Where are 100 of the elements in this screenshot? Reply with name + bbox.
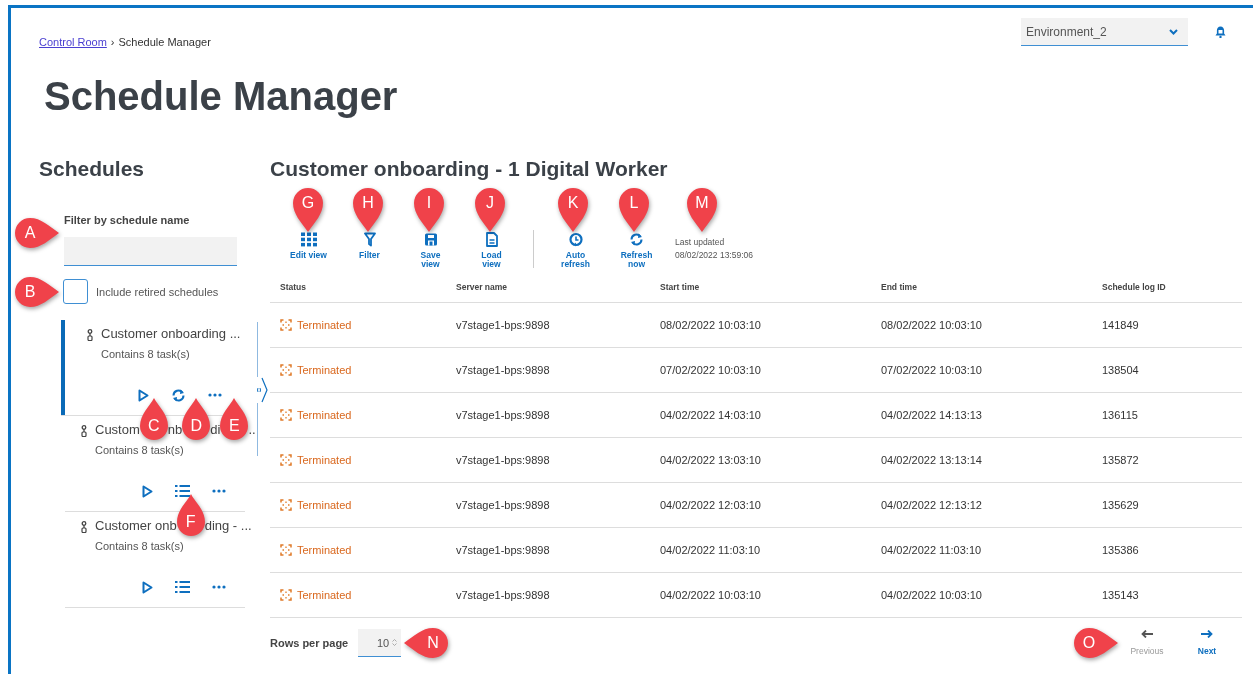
schedule-name: ding - ... (204, 518, 252, 534)
more-icon[interactable] (212, 489, 226, 493)
chevron-down-icon (1169, 28, 1178, 35)
table-cell-text: 04/02/2022 11:03:10 (660, 544, 762, 556)
grid-icon (300, 232, 317, 247)
bell-icon[interactable] (1215, 26, 1226, 38)
table-cell-text: 07/02/2022 10:03:10 (881, 364, 983, 376)
table-cell-text: v7stage1-bps:9898 (456, 409, 551, 421)
rows-per-page-label: Rows per page (270, 637, 349, 649)
list-icon[interactable] (175, 485, 190, 497)
play-icon[interactable] (142, 580, 153, 594)
status-text: Terminated (297, 409, 352, 421)
terminated-icon (280, 589, 292, 601)
table-cell-text: 04/02/2022 10:03:10 (881, 589, 983, 601)
task-count: Contains 8 task(s) (95, 444, 185, 456)
breadcrumb-separator: › (110, 36, 115, 48)
save-icon (424, 232, 437, 247)
table-cell-text: 135872 (1102, 454, 1140, 466)
environment-dropdown[interactable]: Environment_2 (1021, 18, 1188, 46)
load-button[interactable]: Load view (461, 232, 522, 269)
more-icon[interactable] (212, 585, 226, 589)
table-cell-text: 136115 (1102, 409, 1139, 421)
detail-heading: Customer onboarding - 1 Digital Worker (270, 156, 669, 182)
table-cell-text: 04/02/2022 13:03:10 (660, 454, 762, 466)
more-icon[interactable] (208, 393, 222, 397)
arrow-left-icon (1141, 630, 1153, 638)
next-button[interactable]: Next (1187, 630, 1227, 656)
callout-marker: D (182, 398, 211, 440)
filter-button[interactable]: Filter (339, 232, 400, 260)
checkbox[interactable] (63, 279, 88, 304)
terminated-icon (280, 319, 292, 331)
status-text: Terminated (297, 319, 352, 331)
checkbox-label: Include retired schedules (96, 285, 219, 298)
table-cell-text: 135629 (1102, 499, 1140, 511)
schedule-name: .. (248, 422, 256, 438)
table-cell-text: v7stage1-bps:9898 (456, 454, 551, 466)
document-icon (485, 232, 498, 247)
filter-input[interactable] (64, 237, 237, 266)
key-icon (81, 425, 87, 437)
table-cell-text: 04/02/2022 13:13:14 (881, 454, 983, 466)
table-cell-text: 04/02/2022 14:03:10 (660, 409, 762, 421)
arrow-right-icon (1201, 630, 1213, 638)
table-cell-text: 04/02/2022 14:13:13 (881, 409, 983, 421)
callout-marker: E (220, 398, 249, 440)
schedule-name: Custom (95, 422, 140, 438)
schedule-name: nb (167, 422, 183, 438)
auto-refresh-button[interactable]: Auto refresh (545, 232, 606, 269)
list-icon[interactable] (175, 581, 190, 593)
play-icon[interactable] (142, 484, 153, 498)
column-header[interactable]: End time (881, 282, 1102, 292)
table-cell-text: 04/02/2022 12:03:10 (660, 499, 762, 511)
table-cell-text: 04/02/2022 12:13:12 (881, 499, 983, 511)
table-cell-text: v7stage1-bps:9898 (456, 589, 551, 601)
column-header[interactable]: Server name (456, 282, 660, 292)
table-cell-text: 138504 (1102, 364, 1140, 376)
breadcrumb-link[interactable]: Control Room (39, 36, 107, 48)
table-cell-text: v7stage1-bps:9898 (456, 544, 551, 556)
clock-icon (568, 232, 583, 247)
table-cell-text: 135386 (1102, 544, 1140, 556)
terminated-icon (280, 409, 292, 421)
status-text: Terminated (297, 454, 352, 466)
column-header[interactable]: Schedule log ID (1102, 282, 1242, 292)
refresh-button[interactable]: Refresh now (606, 232, 667, 269)
callout-marker: C (139, 398, 168, 440)
last-updated-label: Last updated (675, 236, 726, 249)
column-header[interactable]: Start time (660, 282, 881, 292)
table-cell-text: v7stage1-bps:9898 (456, 499, 551, 511)
schedules-heading: Schedules (39, 156, 146, 182)
table-cell-text: 135143 (1102, 589, 1140, 601)
last-updated-time: 08/02/2022 13:59:06 (675, 249, 753, 262)
table-cell-text: 04/02/2022 11:03:10 (881, 544, 983, 556)
status-text: Terminated (297, 544, 352, 556)
terminated-icon (280, 364, 292, 376)
refresh-icon[interactable] (171, 388, 186, 402)
terminated-icon (280, 544, 292, 556)
status-text: Terminated (297, 589, 352, 601)
key-icon (81, 521, 87, 533)
filter-label: Filter by schedule name (64, 214, 191, 226)
table-cell-text: v7stage1-bps:9898 (456, 319, 551, 331)
edit-button[interactable]: Edit view (278, 232, 339, 260)
rows-per-page-input[interactable]: 10 (358, 629, 402, 657)
play-icon[interactable] (138, 388, 149, 402)
status-text: Terminated (297, 499, 352, 511)
table-cell-text: 04/02/2022 10:03:10 (660, 589, 762, 601)
task-count: Contains 8 task(s) (95, 540, 185, 552)
save-button[interactable]: Save view (400, 232, 461, 269)
table-cell-text: 07/02/2022 10:03:10 (660, 364, 762, 376)
table-cell-text: v7stage1-bps:9898 (456, 364, 551, 376)
schedule-name: di (210, 422, 221, 438)
callout-marker: F (176, 494, 205, 536)
table-cell-text: 141849 (1102, 319, 1140, 331)
key-icon (87, 329, 93, 341)
page-title: Schedule Manager (44, 73, 399, 120)
table-cell-text: 08/02/2022 10:03:10 (881, 319, 983, 331)
terminated-icon (280, 454, 292, 466)
schedule-name: Customer onb (95, 518, 177, 534)
filter-icon (363, 232, 376, 247)
schedule-name: Customer onboarding ... (101, 326, 241, 342)
column-header[interactable]: Status (280, 282, 456, 292)
breadcrumb-current: Schedule Manager (118, 36, 211, 48)
